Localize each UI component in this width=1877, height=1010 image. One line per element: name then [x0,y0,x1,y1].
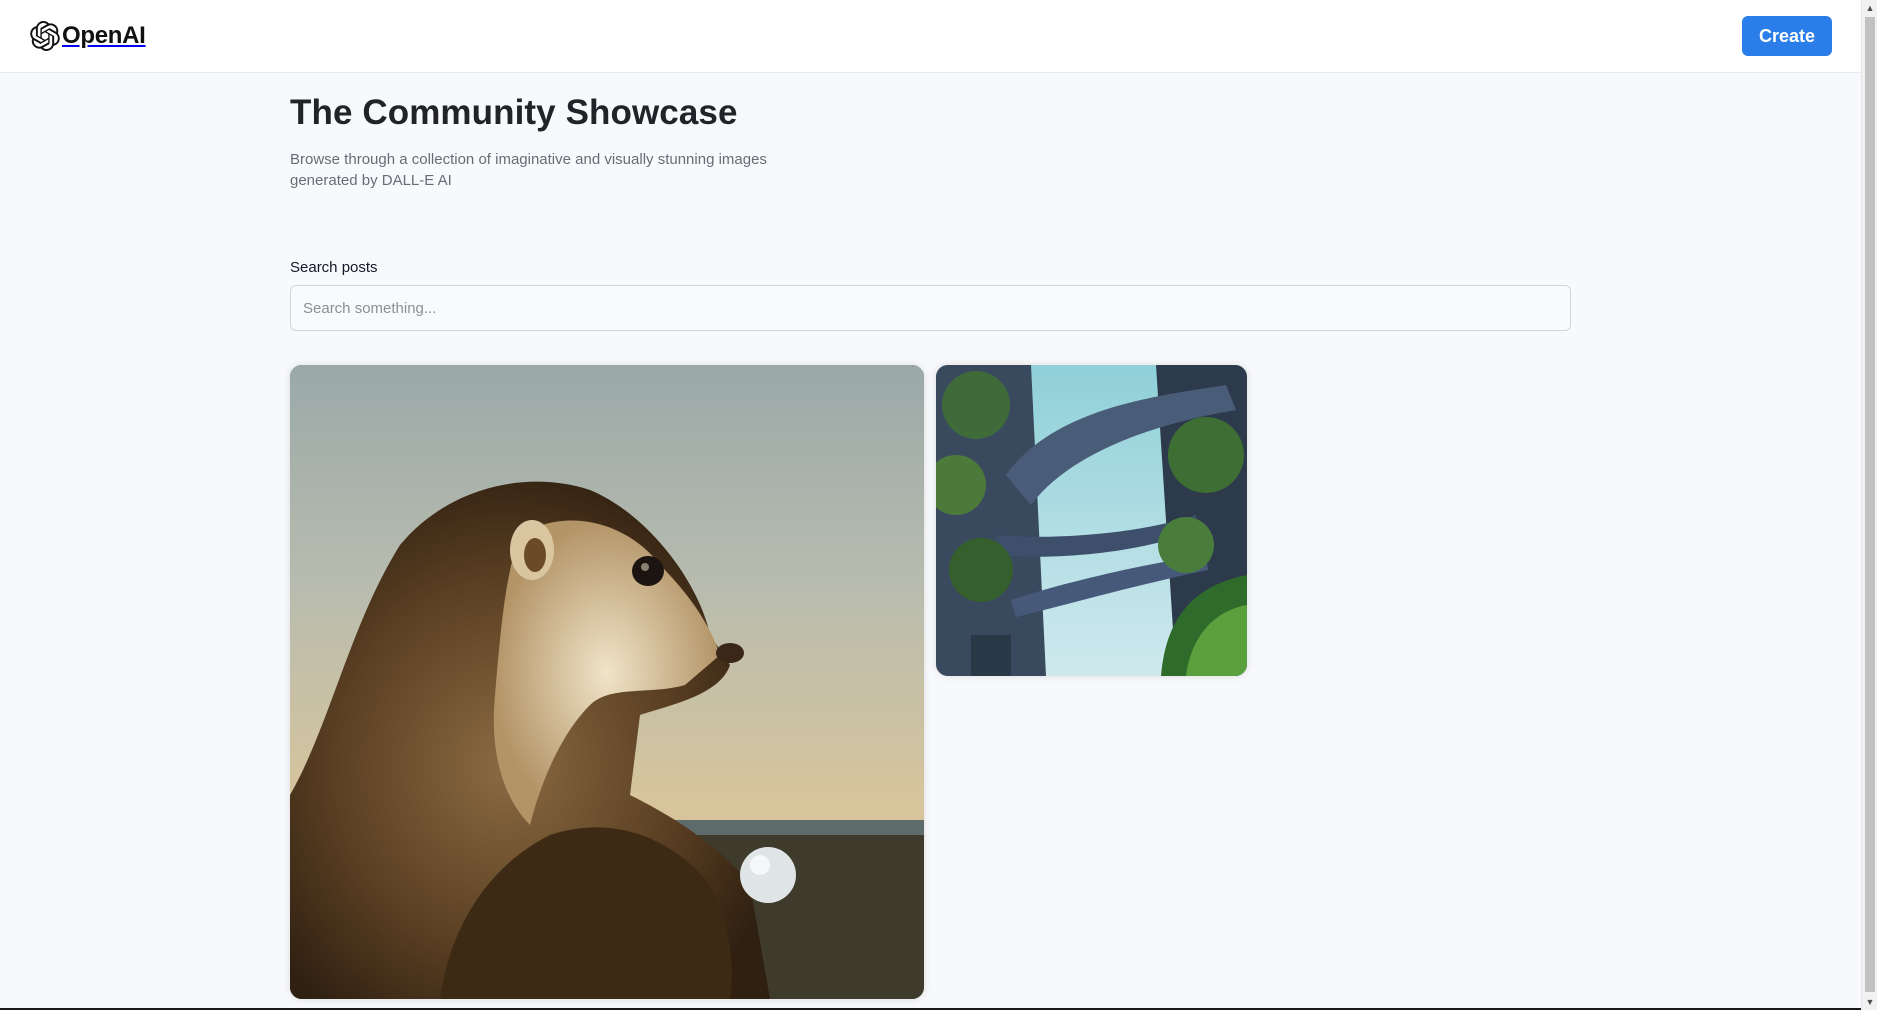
futuristic-city-image [936,365,1247,676]
vertical-scrollbar[interactable]: ▲ ▼ [1861,0,1877,1010]
create-button[interactable]: Create [1741,16,1832,56]
search-label: Search posts [290,259,378,276]
page-description: Browse through a collection of imaginati… [290,151,767,189]
gallery-card-city[interactable] [936,365,1247,676]
main-content: The Community Showcase Browse through a … [290,73,1571,331]
page-title: The Community Showcase [290,93,738,132]
scrollbar-thumb[interactable] [1865,17,1875,992]
openai-logo-icon [30,21,60,51]
search-input[interactable] [290,285,1571,331]
otter-painting-image [290,365,924,999]
openai-logo-link[interactable]: OpenAI [30,21,146,51]
chevron-up-icon[interactable]: ▲ [1862,0,1877,16]
gallery-card-otter[interactable] [290,365,924,999]
brand-name: OpenAI [62,22,146,49]
top-navbar: OpenAI Create [0,0,1861,73]
chevron-down-icon[interactable]: ▼ [1862,994,1877,1010]
